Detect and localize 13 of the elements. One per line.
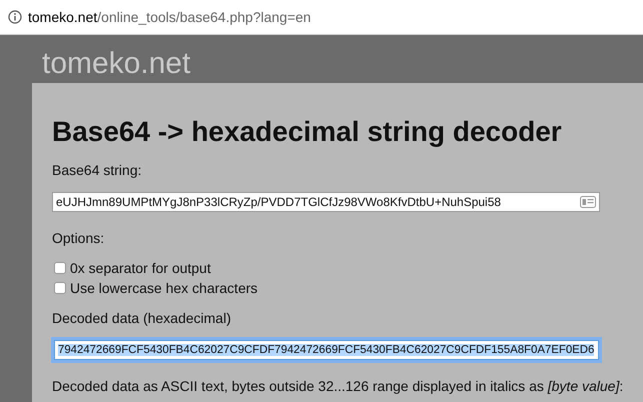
field-label: Decoded data (hexadecimal)	[52, 310, 232, 326]
checkbox[interactable]	[54, 262, 66, 274]
contact-card-icon[interactable]	[580, 196, 596, 208]
output-field[interactable]: 7942472669FCF5430FB4C62027C9CFDF7942472669FCF5430FB4C62027C9CFDF155A8F0A7EF0ED6	[54, 340, 599, 360]
options-label: Options:	[52, 230, 106, 246]
field-label: Base64 string:	[52, 162, 142, 178]
input-field[interactable]: eUJHJmn89UMPtMYgJ8nP33lCRyZp/PVDD7TGlCfJz98VWo8KfvDtbU+NuhSpui58	[52, 192, 600, 212]
checkbox-label[interactable]: 0x separator for output	[70, 260, 211, 276]
ascii-note: Decoded data as ASCII text, bytes outside 32...126 range displayed in italics as [byte value]:	[52, 378, 624, 394]
checkbox-label[interactable]: Use lowercase hex characters	[70, 280, 258, 296]
page-title: Base64 -> hexadecimal string decoder	[52, 116, 563, 148]
checkbox[interactable]	[54, 282, 66, 294]
info-icon[interactable]	[8, 10, 22, 24]
